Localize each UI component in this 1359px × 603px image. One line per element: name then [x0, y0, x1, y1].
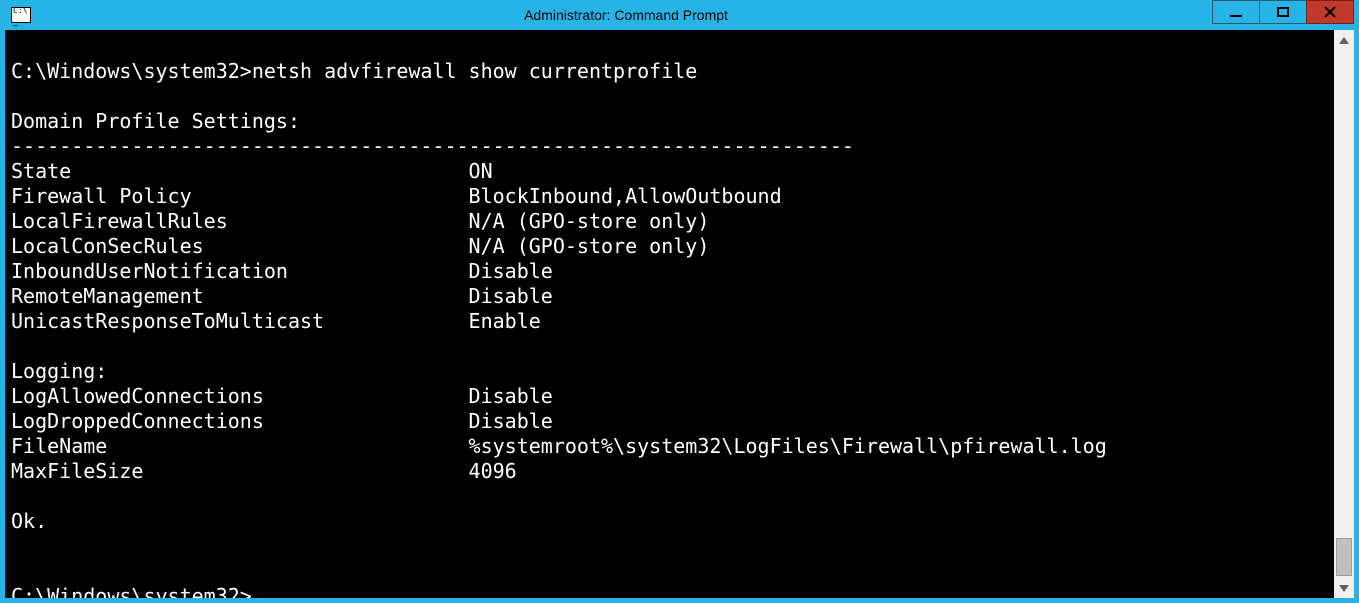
window-controls	[1213, 0, 1354, 30]
titlebar[interactable]: Administrator: Command Prompt	[5, 0, 1354, 30]
scroll-thumb[interactable]	[1336, 538, 1352, 576]
chevron-down-icon	[1339, 585, 1349, 592]
cmd-icon[interactable]	[11, 7, 31, 23]
chevron-up-icon	[1339, 37, 1349, 44]
close-icon	[1323, 5, 1337, 19]
scroll-up-button[interactable]	[1334, 30, 1354, 50]
vertical-scrollbar[interactable]	[1334, 30, 1354, 598]
maximize-button[interactable]	[1259, 0, 1307, 24]
maximize-icon	[1277, 7, 1289, 17]
scroll-track[interactable]	[1334, 50, 1354, 578]
client-area: C:\Windows\system32>netsh advfirewall sh…	[5, 30, 1354, 598]
minimize-button[interactable]	[1212, 0, 1260, 24]
cmd-window: Administrator: Command Prompt C:\Windows…	[0, 0, 1359, 603]
scroll-down-button[interactable]	[1334, 578, 1354, 598]
minimize-icon	[1230, 15, 1242, 17]
window-title: Administrator: Command Prompt	[39, 7, 1213, 23]
close-button[interactable]	[1306, 0, 1354, 24]
terminal-output[interactable]: C:\Windows\system32>netsh advfirewall sh…	[5, 30, 1334, 598]
